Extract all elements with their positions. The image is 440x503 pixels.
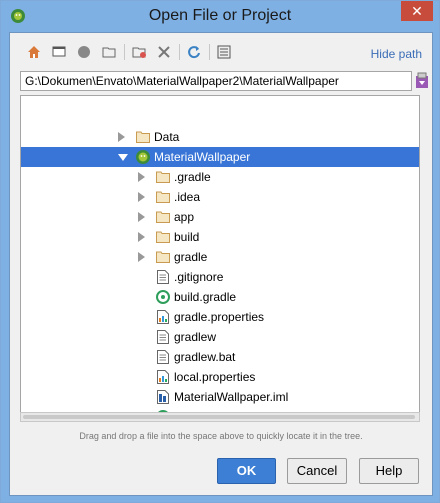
tree-row[interactable]: app bbox=[21, 207, 419, 227]
folder-icon bbox=[155, 249, 171, 265]
tree-row-label: .gradle bbox=[174, 170, 211, 184]
toolbar-separator bbox=[179, 44, 180, 60]
help-button[interactable]: Help bbox=[359, 458, 419, 484]
vertical-scrollbar[interactable] bbox=[419, 96, 420, 412]
properties-file-icon bbox=[155, 309, 171, 325]
tree-row[interactable]: MaterialWallpaper bbox=[21, 147, 419, 167]
cancel-button[interactable]: Cancel bbox=[287, 458, 347, 484]
open-file-dialog: Open File or Project ✕ Hide path G:\Doku… bbox=[0, 0, 440, 503]
text-file-icon bbox=[155, 349, 171, 365]
text-file-icon bbox=[155, 329, 171, 345]
user-home-icon[interactable] bbox=[74, 42, 94, 62]
folder-icon bbox=[155, 189, 171, 205]
tree-row-label: gradlew bbox=[174, 330, 217, 344]
file-tree[interactable]: Data MaterialWallpaper .gradle .idea app buil… bbox=[20, 95, 420, 413]
collapsed-arrow-icon[interactable] bbox=[138, 192, 145, 202]
tree-row-label: .gitignore bbox=[174, 270, 224, 284]
tree-row-label: build bbox=[174, 230, 200, 244]
tree-row[interactable]: MaterialWallpaper.iml bbox=[21, 387, 419, 407]
tree-row-label: MaterialWallpaper bbox=[154, 150, 251, 164]
tree-row[interactable]: gradlew.bat bbox=[21, 347, 419, 367]
toolbar-separator bbox=[124, 44, 125, 60]
toolbar-separator bbox=[209, 44, 210, 60]
properties-file-icon bbox=[155, 369, 171, 385]
window-title: Open File or Project bbox=[148, 7, 292, 24]
dialog-body: Hide path G:\Dokumen\Envato\MaterialWall… bbox=[9, 32, 433, 496]
delete-icon[interactable] bbox=[154, 42, 174, 62]
folder-icon bbox=[135, 129, 151, 145]
tree-row[interactable]: gradle.properties bbox=[21, 307, 419, 327]
tree-row[interactable]: build.gradle bbox=[21, 287, 419, 307]
folder-icon bbox=[155, 169, 171, 185]
iml-file-icon bbox=[155, 389, 171, 405]
tree-row-label: gradlew.bat bbox=[174, 350, 236, 364]
path-input[interactable]: G:\Dokumen\Envato\MaterialWallpaper2\Mat… bbox=[20, 71, 412, 91]
tree-row[interactable]: .gitignore bbox=[21, 267, 419, 287]
tree-row-label: Data bbox=[154, 130, 180, 144]
tree-row-label: app bbox=[174, 210, 195, 224]
tree-row-label: gradle.properties bbox=[174, 310, 265, 324]
tree-row[interactable]: build bbox=[21, 227, 419, 247]
tree-row-label: .idea bbox=[174, 190, 201, 204]
home-icon[interactable] bbox=[24, 42, 44, 62]
tree-row-label: MaterialWallpaper.iml bbox=[174, 390, 289, 404]
gradle-file-icon bbox=[155, 289, 171, 305]
tree-row[interactable]: Data bbox=[21, 127, 419, 147]
ok-button[interactable]: OK bbox=[217, 458, 276, 484]
tree-row[interactable]: gradle bbox=[21, 247, 419, 267]
refresh-icon[interactable] bbox=[184, 42, 204, 62]
tree-row[interactable]: .gradle bbox=[21, 167, 419, 187]
tree-row-label: gradle bbox=[174, 250, 208, 264]
tree-row[interactable]: local.properties bbox=[21, 367, 419, 387]
tree-row[interactable]: .idea bbox=[21, 187, 419, 207]
expanded-arrow-icon[interactable] bbox=[118, 154, 128, 161]
collapsed-arrow-icon[interactable] bbox=[118, 132, 125, 142]
collapsed-arrow-icon[interactable] bbox=[138, 252, 145, 262]
collapsed-arrow-icon[interactable] bbox=[138, 212, 145, 222]
collapsed-arrow-icon[interactable] bbox=[138, 172, 145, 182]
toolbar bbox=[24, 41, 239, 63]
tree-row-label: local.properties bbox=[174, 370, 256, 384]
title-bar[interactable]: Open File or Project ✕ bbox=[1, 1, 439, 31]
folder-icon bbox=[155, 229, 171, 245]
desktop-icon[interactable] bbox=[49, 42, 69, 62]
text-file-icon bbox=[155, 269, 171, 285]
android-project-icon bbox=[135, 149, 151, 165]
project-folder-icon[interactable] bbox=[99, 42, 119, 62]
horizontal-scrollbar[interactable] bbox=[20, 412, 420, 422]
horizontal-scrollbar-thumb[interactable] bbox=[23, 415, 415, 419]
toggle-hidden-icon[interactable] bbox=[214, 42, 234, 62]
tree-row-label: build.gradle bbox=[174, 290, 237, 304]
new-folder-icon[interactable] bbox=[129, 42, 149, 62]
close-button[interactable]: ✕ bbox=[401, 1, 433, 21]
drag-drop-hint: Drag and drop a file into the space abov… bbox=[79, 431, 363, 441]
tree-row[interactable]: gradlew bbox=[21, 327, 419, 347]
folder-icon bbox=[155, 209, 171, 225]
collapsed-arrow-icon[interactable] bbox=[138, 232, 145, 242]
hide-path-link[interactable]: Hide path bbox=[371, 47, 422, 61]
path-history-icon[interactable] bbox=[414, 72, 430, 90]
